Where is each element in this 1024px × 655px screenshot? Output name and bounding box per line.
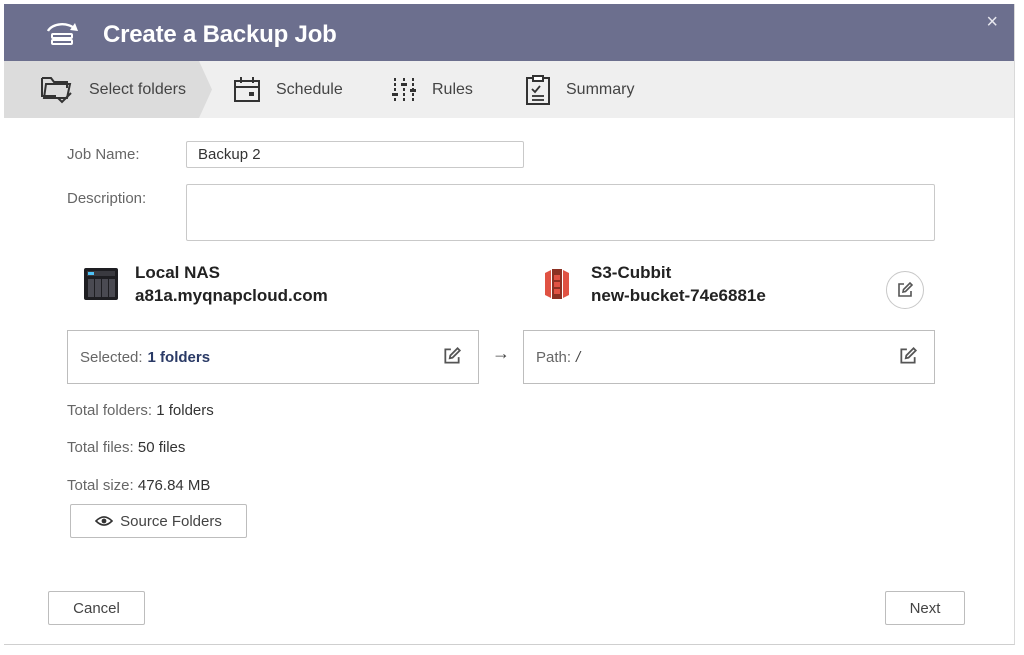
- clipboard-icon: [526, 74, 550, 105]
- total-files: Total files: 50 files: [67, 439, 185, 456]
- description-label: Description:: [67, 190, 147, 207]
- source-device-name: Local NAS: [135, 263, 221, 282]
- eye-icon: [95, 516, 114, 526]
- step-bar: Select folders Schedule Rules Summary: [4, 61, 1014, 118]
- folder-check-icon: [41, 76, 72, 103]
- total-size: Total size: 476.84 MB: [67, 477, 210, 494]
- step-label: Select folders: [89, 80, 186, 98]
- step-label: Rules: [432, 80, 473, 98]
- total-files-value: 50 files: [137, 439, 186, 456]
- job-name-label: Job Name:: [67, 146, 140, 163]
- total-folders-value: 1 folders: [156, 402, 214, 419]
- edit-icon: [898, 281, 914, 297]
- job-name-input[interactable]: [186, 141, 524, 168]
- direction-arrow: →: [492, 343, 510, 363]
- source-folders-label: Source Folders: [120, 512, 222, 530]
- source-device-host: a81a.myqnapcloud.com: [135, 286, 328, 305]
- title-bar: Create a Backup Job ×: [4, 4, 1014, 61]
- backup-sync-icon: [46, 23, 78, 45]
- source-folders-button[interactable]: Source Folders: [70, 504, 247, 538]
- create-backup-job-dialog: Create a Backup Job × Select folders Sch…: [4, 4, 1015, 645]
- step-label: Schedule: [276, 80, 343, 98]
- path-label: Path:: [536, 348, 572, 366]
- total-size-label: Total size:: [67, 477, 134, 494]
- edit-destination-button[interactable]: [886, 271, 924, 309]
- close-button[interactable]: ×: [986, 12, 998, 32]
- selected-folders-count: 1 folders: [147, 348, 211, 366]
- total-folders: Total folders: 1 folders: [67, 402, 214, 419]
- calendar-icon: [234, 76, 260, 102]
- destination-bucket-name: new-bucket-74e6881e: [591, 286, 766, 305]
- s3-bucket-icon: [545, 269, 569, 299]
- total-files-label: Total files:: [67, 439, 134, 456]
- cancel-button[interactable]: Cancel: [48, 591, 145, 625]
- total-folders-label: Total folders:: [67, 402, 153, 419]
- sliders-icon: [392, 77, 416, 102]
- nas-device-icon: [84, 268, 118, 300]
- destination-device-name: S3-Cubbit: [591, 263, 672, 282]
- source-selection-box: Selected: 1 folders: [67, 330, 479, 384]
- next-button[interactable]: Next: [885, 591, 965, 625]
- description-input[interactable]: [186, 184, 935, 241]
- step-label: Summary: [566, 80, 635, 98]
- path-value: /: [576, 348, 581, 366]
- step-summary[interactable]: Summary: [524, 61, 634, 118]
- total-size-value: 476.84 MB: [137, 477, 211, 494]
- destination-path-box: Path: /: [523, 330, 935, 384]
- dialog-title: Create a Backup Job: [103, 21, 337, 48]
- step-rules[interactable]: Rules: [390, 61, 473, 118]
- edit-source-folders-icon[interactable]: [442, 346, 462, 366]
- selected-label: Selected:: [80, 348, 143, 366]
- edit-destination-path-icon[interactable]: [898, 346, 918, 366]
- step-select-folders[interactable]: Select folders: [39, 61, 186, 118]
- step-schedule[interactable]: Schedule: [232, 61, 343, 118]
